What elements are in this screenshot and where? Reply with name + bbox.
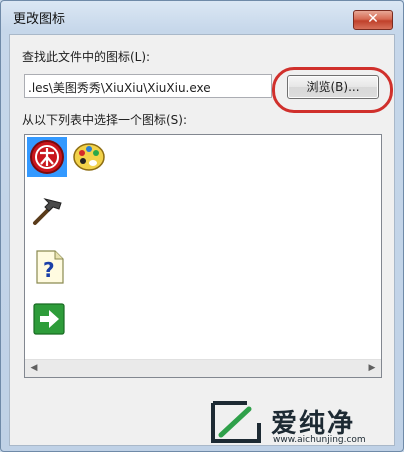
window-title: 更改图标 <box>13 12 66 27</box>
svg-text:?: ? <box>43 258 55 282</box>
close-icon: ✕ <box>367 11 379 27</box>
icon-list-label: 从以下列表中选择一个图标(S): <box>22 113 188 127</box>
watermark-url: www.aichunjing.com <box>273 435 366 445</box>
find-icons-label: 查找此文件中的图标(L): <box>22 50 151 64</box>
icon-item-selected[interactable] <box>27 137 67 177</box>
hammer-icon <box>33 198 62 225</box>
icon-item[interactable]: ? <box>31 249 67 285</box>
palette-icon <box>73 143 105 171</box>
watermark: 爱纯净 www.aichunjing.com <box>205 397 389 449</box>
scroll-right-icon[interactable]: ▶ <box>365 363 379 374</box>
icon-item[interactable] <box>31 193 67 229</box>
icon-item[interactable] <box>71 139 107 175</box>
icon-item[interactable] <box>31 301 67 337</box>
dialog-body: 查找此文件中的图标(L): .les\美图秀秀\XiuXiu\XiuXiu.ex… <box>9 34 395 446</box>
horizontal-scrollbar[interactable]: ◀ ▶ <box>25 359 381 377</box>
file-path-value: .les\美图秀秀\XiuXiu\XiuXiu.exe <box>28 81 211 95</box>
watermark-logo-icon <box>211 401 261 443</box>
green-arrow-icon <box>33 303 65 335</box>
meitu-xiuxiu-icon <box>30 140 64 174</box>
scroll-left-icon[interactable]: ◀ <box>27 363 41 374</box>
change-icon-dialog: 更改图标 ✕ 查找此文件中的图标(L): .les\美图秀秀\XiuXiu\Xi… <box>0 0 404 452</box>
help-document-icon: ? <box>36 250 64 284</box>
close-button[interactable]: ✕ <box>353 10 393 30</box>
file-path-input[interactable]: .les\美图秀秀\XiuXiu\XiuXiu.exe <box>24 74 272 98</box>
title-bar[interactable]: 更改图标 ✕ <box>1 1 403 31</box>
highlight-annotation <box>272 67 393 113</box>
icon-list[interactable]: ? ◀ ▶ <box>24 134 382 378</box>
